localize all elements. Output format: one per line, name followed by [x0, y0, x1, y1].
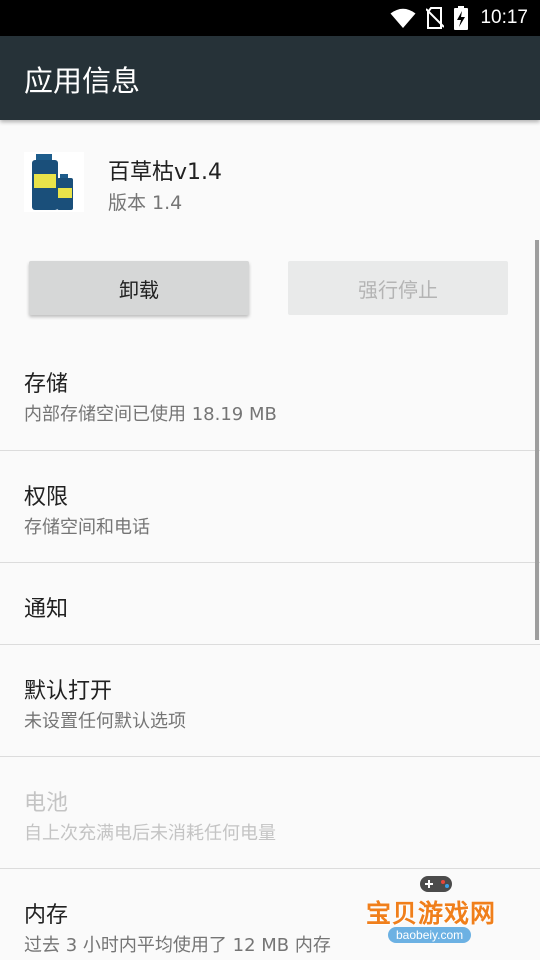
- page-title: 应用信息: [24, 64, 141, 98]
- force-stop-button[interactable]: 强行停止: [288, 261, 508, 315]
- status-bar: 10:17: [0, 0, 540, 36]
- watermark-logo: 宝贝游戏网 baobeiy.com: [362, 868, 510, 956]
- app-icon: [24, 152, 84, 212]
- status-icons: 10:17: [390, 0, 528, 36]
- wifi-icon: [390, 8, 416, 28]
- watermark-domain: baobeiy.com: [388, 927, 472, 943]
- battery-title: 电池: [24, 791, 69, 816]
- gamepad-icon: [420, 876, 452, 892]
- open-by-default-subtitle: 未设置任何默认选项: [24, 711, 186, 732]
- app-name: 百草枯v1.4: [108, 160, 223, 185]
- battery-subtitle: 自上次充满电后未消耗任何电量: [24, 823, 276, 844]
- app-version: 版本 1.4: [108, 192, 183, 214]
- battery-charging-icon: [454, 6, 469, 30]
- notifications-title: 通知: [24, 597, 69, 622]
- notifications-row[interactable]: 通知: [0, 563, 540, 645]
- status-time: 10:17: [480, 7, 528, 28]
- open-by-default-title: 默认打开: [24, 679, 113, 704]
- permissions-subtitle: 存储空间和电话: [24, 517, 150, 538]
- storage-subtitle: 内部存储空间已使用 18.19 MB: [24, 404, 277, 425]
- uninstall-button[interactable]: 卸载: [29, 261, 249, 315]
- permissions-title: 权限: [24, 485, 69, 510]
- open-by-default-row[interactable]: 默认打开 未设置任何默认选项: [0, 645, 540, 757]
- no-sim-icon: [426, 7, 445, 29]
- permissions-row[interactable]: 权限 存储空间和电话: [0, 451, 540, 563]
- battery-row: 电池 自上次充满电后未消耗任何电量: [0, 757, 540, 869]
- app-bar: 应用信息: [0, 36, 540, 120]
- storage-title: 存储: [24, 372, 69, 397]
- scrollbar[interactable]: [535, 240, 539, 640]
- memory-subtitle: 过去 3 小时内平均使用了 12 MB 内存: [24, 935, 331, 956]
- memory-title: 内存: [24, 903, 69, 928]
- app-header: 百草枯v1.4 版本 1.4: [0, 120, 540, 240]
- watermark-text: 宝贝游戏网: [366, 899, 497, 928]
- storage-row[interactable]: 存储 内部存储空间已使用 18.19 MB: [0, 338, 540, 451]
